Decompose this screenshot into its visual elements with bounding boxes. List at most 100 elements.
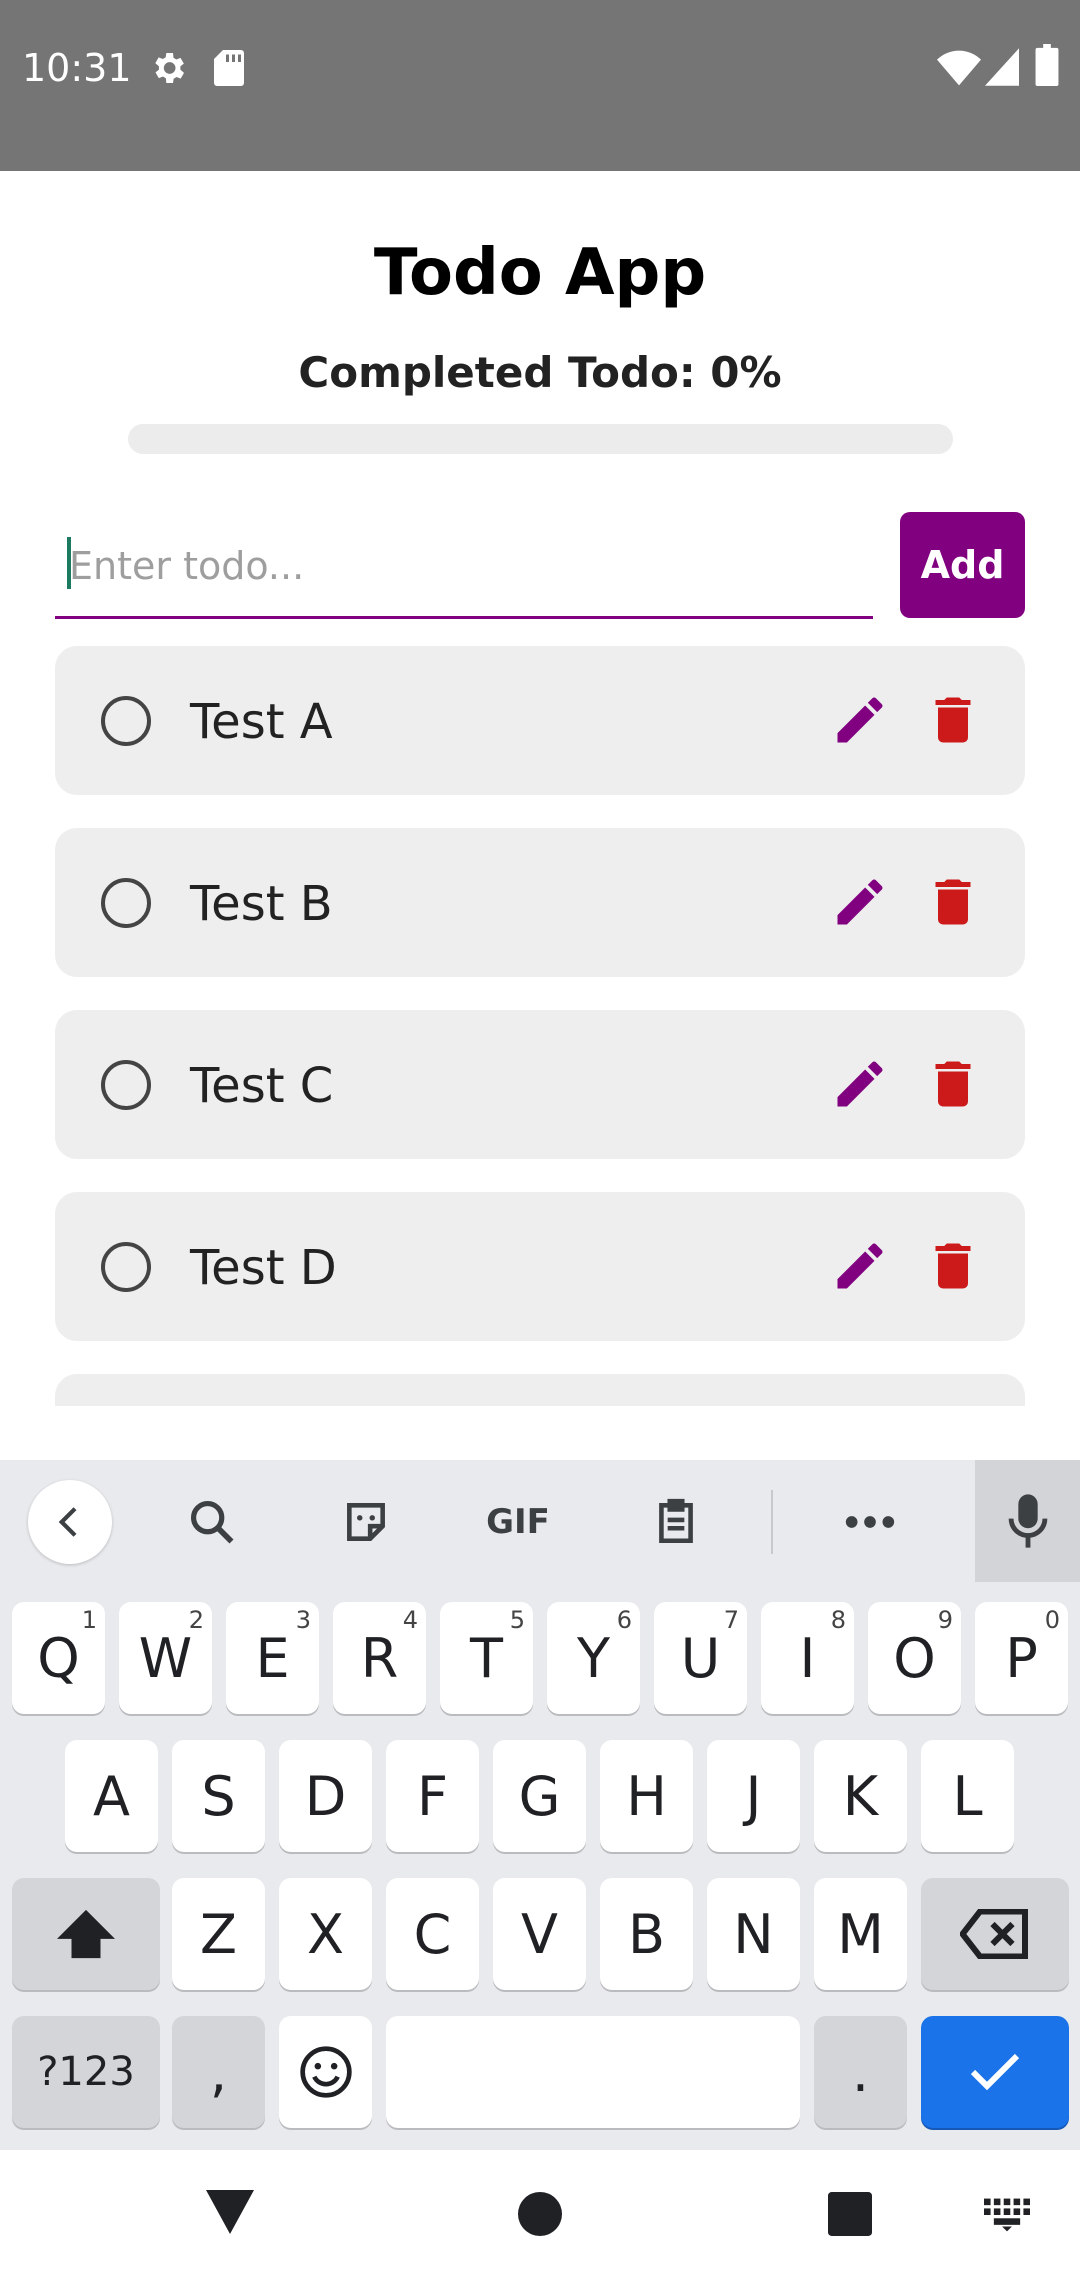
- more-icon[interactable]: [830, 1482, 910, 1562]
- key-e[interactable]: E3: [226, 1602, 319, 1714]
- key-l[interactable]: L: [921, 1740, 1014, 1852]
- key-hint: 2: [188, 1606, 204, 1634]
- back-icon[interactable]: [28, 1480, 112, 1564]
- keyboard-switch-icon[interactable]: [984, 2198, 1030, 2232]
- key-i[interactable]: I8: [761, 1602, 854, 1714]
- key-hint: 6: [616, 1606, 632, 1634]
- todo-text: Test C: [190, 1058, 334, 1114]
- todo-list[interactable]: Test A Test B Test C Test D: [55, 646, 1025, 1406]
- trash-icon[interactable]: [923, 872, 983, 932]
- todo-item[interactable]: Test C: [55, 1010, 1025, 1159]
- key-label: Q: [37, 1626, 80, 1690]
- toolbar-divider: [771, 1490, 773, 1554]
- key-label: T: [470, 1626, 503, 1690]
- add-button[interactable]: Add: [900, 512, 1025, 618]
- battery-icon: [1035, 44, 1059, 86]
- soft-keyboard: GIF Q1 W2 E3 R4 T5 Y6 U7 I8 O9 P0 A S D …: [0, 1460, 1080, 2150]
- key-z[interactable]: Z: [172, 1878, 265, 1990]
- keyboard-toolbar: GIF: [0, 1460, 1080, 1582]
- clipboard-icon[interactable]: [636, 1482, 716, 1562]
- todo-checkbox[interactable]: [101, 878, 151, 928]
- backspace-key[interactable]: [921, 1878, 1069, 1990]
- key-hint: 3: [295, 1606, 311, 1634]
- key-p[interactable]: P0: [975, 1602, 1068, 1714]
- key-c[interactable]: C: [386, 1878, 479, 1990]
- todo-item[interactable]: [55, 1374, 1025, 1406]
- signal-icon: [985, 48, 1019, 86]
- space-key[interactable]: [386, 2016, 800, 2128]
- key-s[interactable]: S: [172, 1740, 265, 1852]
- gear-icon: [155, 53, 184, 83]
- todo-checkbox[interactable]: [101, 1060, 151, 1110]
- todo-checkbox[interactable]: [101, 696, 151, 746]
- key-label: Y: [577, 1626, 610, 1690]
- navigation-bar: [0, 2150, 1080, 2280]
- completed-label: Completed Todo: 0%: [298, 348, 782, 397]
- key-hint: 0: [1044, 1606, 1060, 1634]
- key-hint: 9: [937, 1606, 953, 1634]
- trash-icon[interactable]: [923, 690, 983, 750]
- trash-icon[interactable]: [923, 1054, 983, 1114]
- search-icon[interactable]: [172, 1482, 252, 1562]
- key-label: O: [893, 1626, 936, 1690]
- todo-item[interactable]: Test A: [55, 646, 1025, 795]
- emoji-key[interactable]: [279, 2016, 372, 2128]
- symbols-key[interactable]: ?123: [12, 2016, 160, 2128]
- app-title: Todo App: [373, 236, 707, 310]
- comma-key[interactable]: ,: [172, 2016, 265, 2128]
- key-hint: 1: [81, 1606, 97, 1634]
- pencil-icon[interactable]: [830, 1054, 890, 1114]
- key-r[interactable]: R4: [333, 1602, 426, 1714]
- sd-card-icon: [214, 50, 244, 86]
- mic-icon[interactable]: [975, 1460, 1080, 1582]
- key-m[interactable]: M: [814, 1878, 907, 1990]
- key-hint: 4: [402, 1606, 418, 1634]
- key-u[interactable]: U7: [654, 1602, 747, 1714]
- back-triangle-icon[interactable]: [205, 2190, 255, 2234]
- key-q[interactable]: Q1: [12, 1602, 105, 1714]
- shift-icon: [57, 1909, 115, 1959]
- key-w[interactable]: W2: [119, 1602, 212, 1714]
- emoji-icon: [299, 2046, 352, 2098]
- sticker-icon[interactable]: [326, 1482, 406, 1562]
- trash-icon[interactable]: [923, 1236, 983, 1296]
- period-key[interactable]: .: [814, 2016, 907, 2128]
- todo-text: Test D: [190, 1240, 337, 1296]
- key-hint: 5: [509, 1606, 525, 1634]
- key-n[interactable]: N: [707, 1878, 800, 1990]
- key-f[interactable]: F: [386, 1740, 479, 1852]
- gif-button[interactable]: GIF: [478, 1482, 558, 1562]
- progress-bar: [128, 424, 953, 454]
- checkmark-icon: [970, 2053, 1020, 2091]
- done-key[interactable]: [921, 2016, 1069, 2128]
- key-a[interactable]: A: [65, 1740, 158, 1852]
- key-h[interactable]: H: [600, 1740, 693, 1852]
- key-label: W: [138, 1626, 193, 1690]
- key-j[interactable]: J: [707, 1740, 800, 1852]
- home-circle-icon[interactable]: [518, 2192, 562, 2236]
- pencil-icon[interactable]: [830, 690, 890, 750]
- recents-square-icon[interactable]: [828, 2192, 872, 2236]
- key-v[interactable]: V: [493, 1878, 586, 1990]
- todo-item[interactable]: Test D: [55, 1192, 1025, 1341]
- pencil-icon[interactable]: [830, 872, 890, 932]
- key-o[interactable]: O9: [868, 1602, 961, 1714]
- key-t[interactable]: T5: [440, 1602, 533, 1714]
- key-x[interactable]: X: [279, 1878, 372, 1990]
- todo-input[interactable]: [55, 515, 873, 616]
- todo-item[interactable]: Test B: [55, 828, 1025, 977]
- key-hint: 7: [723, 1606, 739, 1634]
- shift-key[interactable]: [12, 1878, 160, 1990]
- key-d[interactable]: D: [279, 1740, 372, 1852]
- todo-checkbox[interactable]: [101, 1242, 151, 1292]
- key-y[interactable]: Y6: [547, 1602, 640, 1714]
- wifi-icon: [937, 50, 981, 86]
- key-hint: 8: [830, 1606, 846, 1634]
- key-b[interactable]: B: [600, 1878, 693, 1990]
- key-k[interactable]: K: [814, 1740, 907, 1852]
- pencil-icon[interactable]: [830, 1236, 890, 1296]
- key-g[interactable]: G: [493, 1740, 586, 1852]
- status-time: 10:31: [22, 46, 132, 90]
- status-bar: 10:31: [0, 0, 1080, 171]
- text-caret: [67, 537, 71, 589]
